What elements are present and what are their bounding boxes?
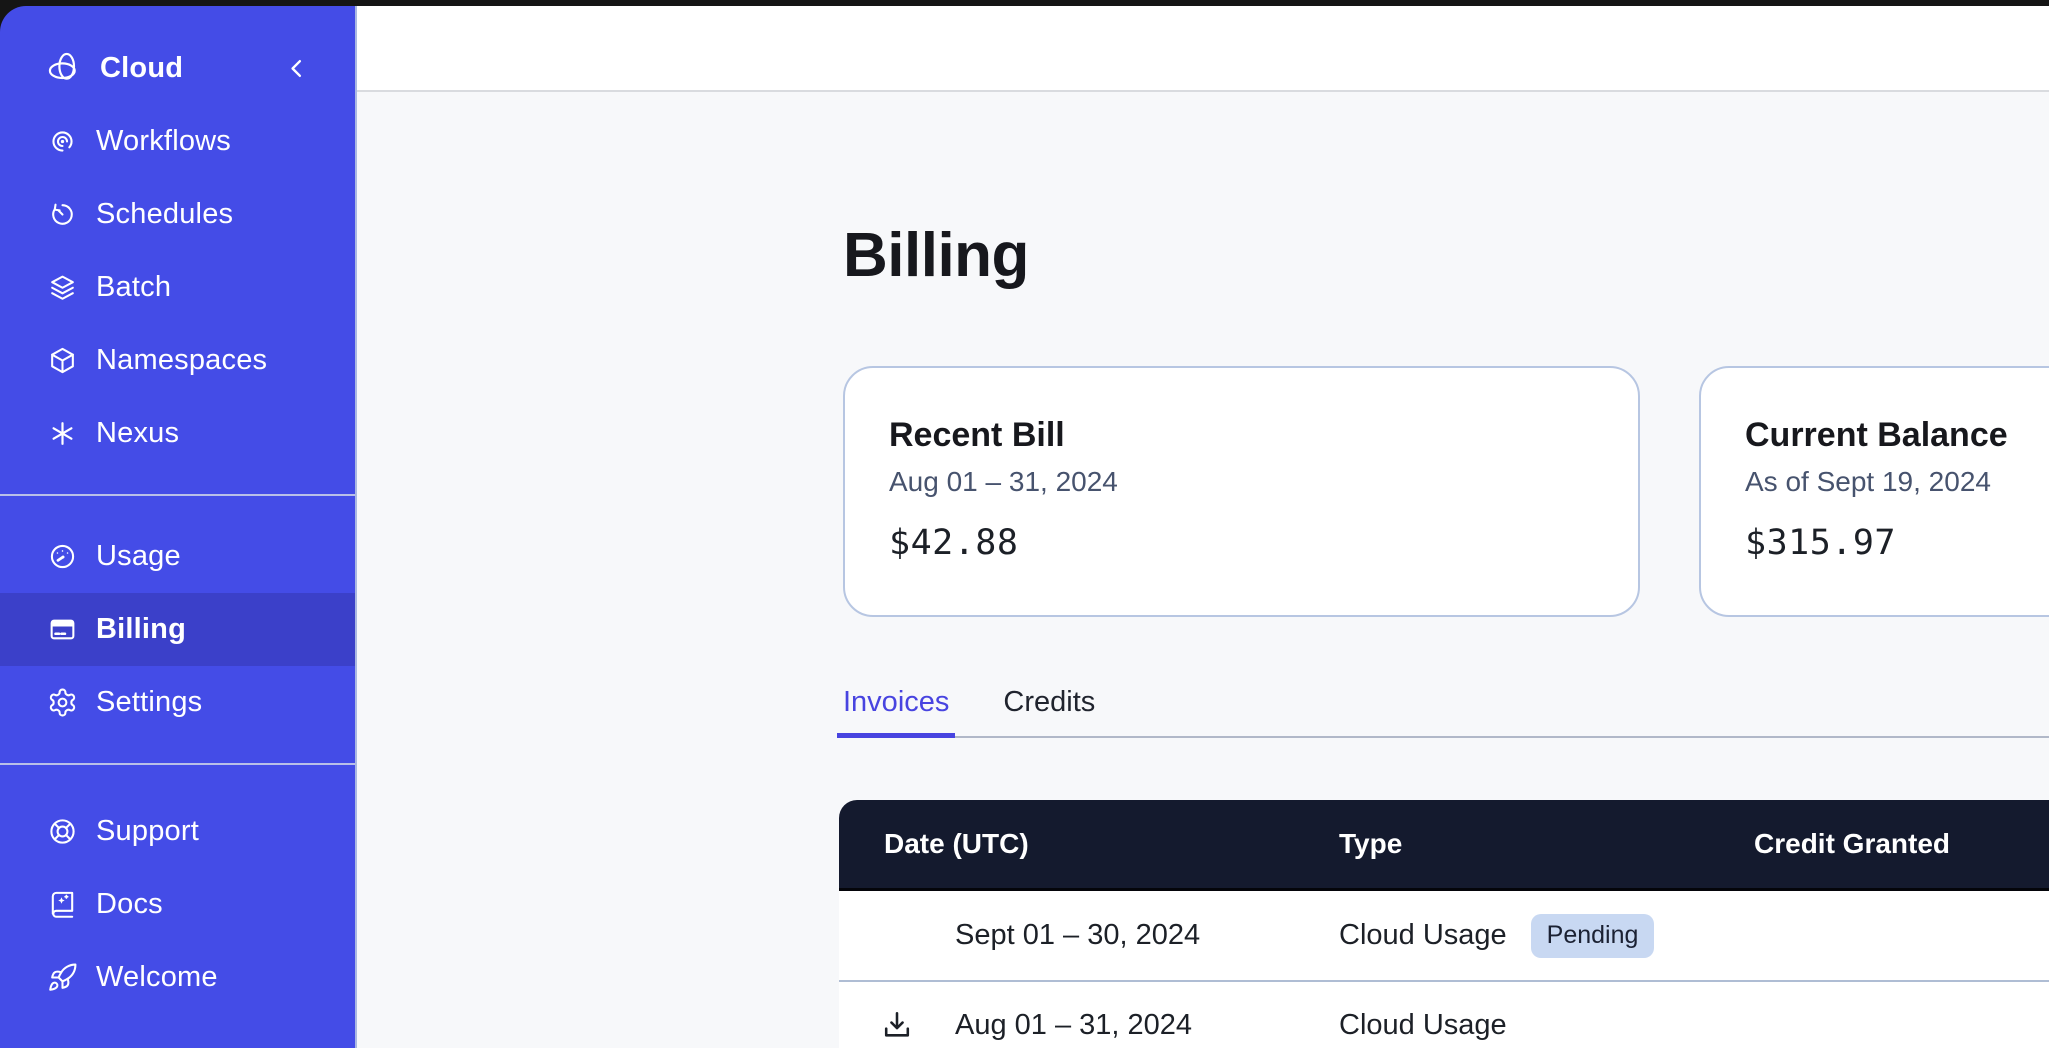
sidebar-item-schedules[interactable]: Schedules <box>0 178 355 251</box>
app-window: Cloud Workflows <box>0 6 2049 1048</box>
summary-cards: Recent Bill Aug 01 – 31, 2024 $42.88 Cur… <box>843 366 2049 617</box>
card-date-range: Aug 01 – 31, 2024 <box>889 466 1594 498</box>
sidebar-item-workflows[interactable]: Workflows <box>0 105 355 178</box>
tab-credits[interactable]: Credits <box>997 686 1101 738</box>
sidebar-item-label: Billing <box>96 613 186 646</box>
sidebar-item-label: Docs <box>96 888 163 921</box>
table-row: Sept 01 – 30, 2024 Cloud Usage Pending <box>839 891 2049 980</box>
main-area: Billing Recent Bill Aug 01 – 31, 2024 $4… <box>357 6 2049 1048</box>
column-header-type: Type <box>1339 828 1754 860</box>
recent-bill-card: Recent Bill Aug 01 – 31, 2024 $42.88 <box>843 366 1640 617</box>
sidebar-item-support[interactable]: Support <box>0 795 355 868</box>
top-bar <box>357 6 2049 92</box>
card-title: Current Balance <box>1745 416 2049 455</box>
billing-credit-card-icon <box>47 614 78 645</box>
support-lifebuoy-icon <box>47 816 78 847</box>
sidebar-item-label: Welcome <box>96 961 218 994</box>
column-header-credit-granted: Credit Granted <box>1754 828 2049 860</box>
status-badge: Pending <box>1531 914 1655 958</box>
invoice-date: Sept 01 – 30, 2024 <box>955 919 1339 952</box>
download-icon <box>879 1008 915 1044</box>
invoice-type: Cloud Usage <box>1339 919 1507 952</box>
sidebar-divider <box>0 494 355 496</box>
sidebar-item-label: Usage <box>96 540 181 573</box>
sidebar: Cloud Workflows <box>0 6 357 1048</box>
sidebar-item-label: Schedules <box>96 198 233 231</box>
invoices-table: Date (UTC) Type Credit Granted Sept 01 –… <box>839 800 2049 1048</box>
table-row: Aug 01 – 31, 2024 Cloud Usage <box>839 980 2049 1048</box>
invoice-type-cell: Cloud Usage Pending <box>1339 914 1754 958</box>
card-title: Recent Bill <box>889 416 1594 455</box>
card-amount: $315.97 <box>1745 523 2049 563</box>
tabs: Invoices Credits <box>843 686 1101 738</box>
sidebar-item-label: Nexus <box>96 417 179 450</box>
sidebar-item-welcome[interactable]: Welcome <box>0 941 355 1014</box>
column-header-date: Date (UTC) <box>884 828 1339 860</box>
sidebar-item-docs[interactable]: Docs <box>0 868 355 941</box>
sidebar-item-label: Namespaces <box>96 344 267 377</box>
usage-gauge-icon <box>47 541 78 572</box>
sidebar-divider <box>0 763 355 765</box>
sidebar-brand[interactable]: Cloud <box>0 32 355 105</box>
page-title: Billing <box>843 220 2049 292</box>
sidebar-item-batch[interactable]: Batch <box>0 251 355 324</box>
sidebar-item-label: Settings <box>96 686 202 719</box>
settings-gear-icon <box>47 687 78 718</box>
sidebar-item-usage[interactable]: Usage <box>0 520 355 593</box>
sidebar-item-billing[interactable]: Billing <box>0 593 355 666</box>
card-amount: $42.88 <box>889 523 1594 563</box>
table-header-row: Date (UTC) Type Credit Granted <box>839 800 2049 891</box>
sidebar-item-label: Batch <box>96 271 171 304</box>
welcome-rocket-icon <box>47 962 78 993</box>
sidebar-item-namespaces[interactable]: Namespaces <box>0 324 355 397</box>
sidebar-item-nexus[interactable]: Nexus <box>0 397 355 470</box>
chevron-left-icon <box>283 55 310 82</box>
schedules-clock-icon <box>47 199 78 230</box>
invoice-type: Cloud Usage <box>1339 1009 1507 1042</box>
namespaces-cube-icon <box>47 345 78 376</box>
sidebar-item-label: Workflows <box>96 125 231 158</box>
tab-invoices[interactable]: Invoices <box>837 686 955 738</box>
sidebar-collapse-button[interactable] <box>283 55 310 82</box>
billing-content: Billing Recent Bill Aug 01 – 31, 2024 $4… <box>357 92 2049 1048</box>
temporal-cloud-logo-icon <box>47 51 82 86</box>
current-balance-card: Current Balance As of Sept 19, 2024 $315… <box>1699 366 2049 617</box>
docs-book-icon <box>47 889 78 920</box>
sidebar-brand-label: Cloud <box>100 52 183 85</box>
nexus-asterisk-icon <box>47 418 78 449</box>
workflows-spiral-icon <box>47 126 78 157</box>
tabs-row: Invoices Credits <box>843 680 2049 738</box>
sidebar-item-settings[interactable]: Settings <box>0 666 355 739</box>
invoice-type-cell: Cloud Usage <box>1339 1009 1754 1042</box>
download-invoice-button[interactable] <box>865 1008 929 1044</box>
screen: Cloud Workflows <box>0 0 2049 1048</box>
invoice-date: Aug 01 – 31, 2024 <box>955 1009 1339 1042</box>
card-date: As of Sept 19, 2024 <box>1745 466 2049 498</box>
sidebar-item-label: Support <box>96 815 199 848</box>
batch-layers-icon <box>47 272 78 303</box>
